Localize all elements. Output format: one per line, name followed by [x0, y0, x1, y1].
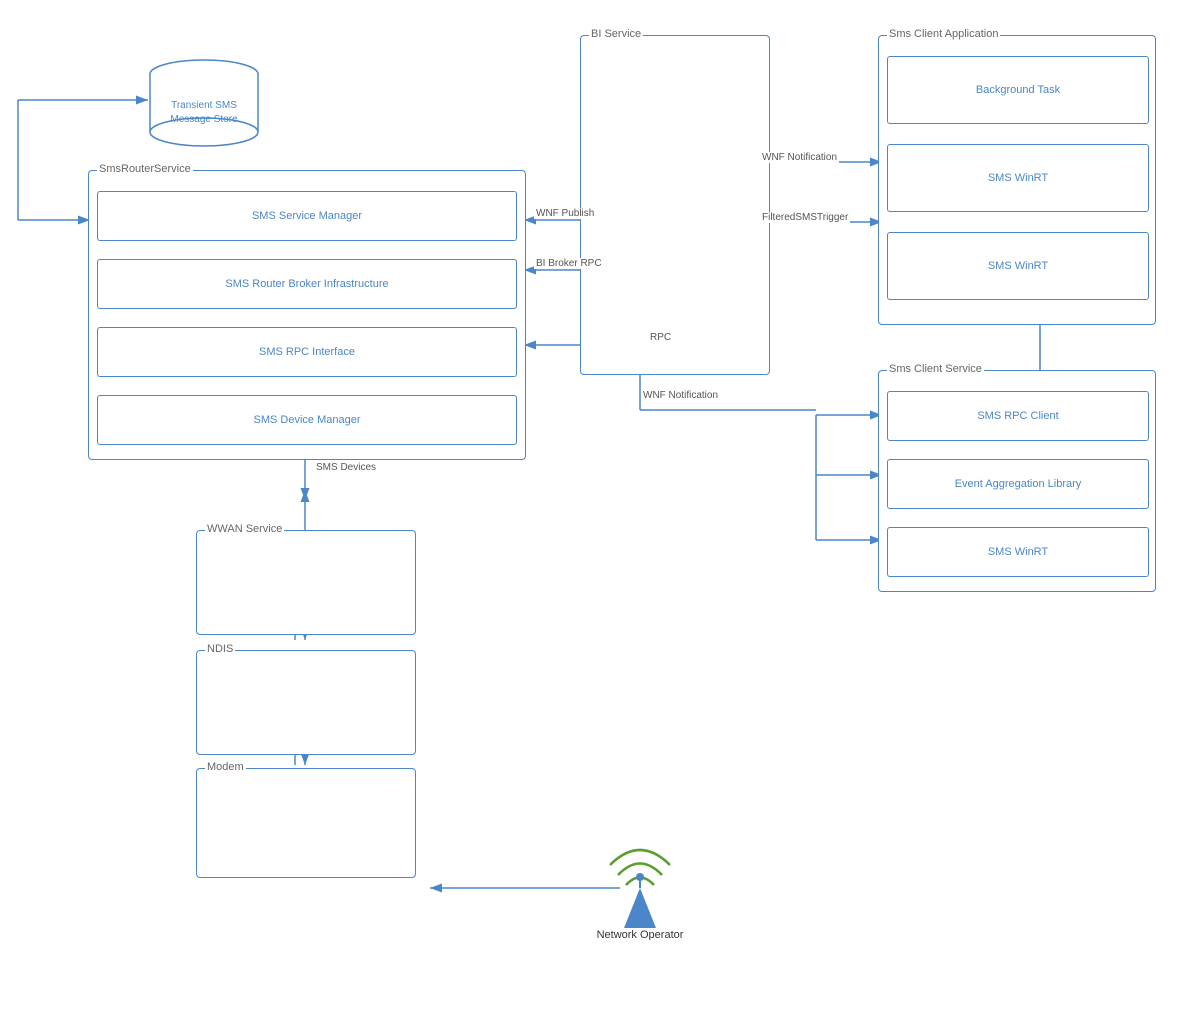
background-task-box: Background Task	[887, 56, 1149, 124]
sms-devices-label: SMS Devices	[314, 462, 378, 473]
sms-winrt-client-app-text: SMS WinRT	[984, 168, 1052, 188]
wwan-service-box: WWAN Service	[196, 530, 416, 635]
sms-service-manager-text: SMS Service Manager	[248, 206, 366, 226]
bi-service-label: BI Service	[589, 28, 643, 40]
wwan-service-label: WWAN Service	[205, 523, 284, 535]
event-aggregation-box: Event Aggregation Library	[887, 459, 1149, 509]
transient-sms-store: Transient SMS Message Store	[148, 58, 260, 148]
sms-rpc-client-text: SMS RPC Client	[973, 406, 1062, 426]
sms-rpc-client-box: SMS RPC Client	[887, 391, 1149, 441]
rpc-label: RPC	[648, 332, 673, 343]
wnf-notification-top-label: WNF Notification	[760, 152, 839, 163]
sms-winrt-service-text: SMS WinRT	[984, 542, 1052, 562]
svg-text:Transient SMS: Transient SMS	[171, 100, 237, 111]
sms-service-manager-box: SMS Service Manager	[97, 191, 517, 241]
modem-box: Modem	[196, 768, 416, 878]
svg-text:Message Store: Message Store	[170, 114, 238, 125]
sms-device-manager-box: SMS Device Manager	[97, 395, 517, 445]
bi-service-box: BI Service	[580, 35, 770, 375]
sms-winrt-service-box: SMS WinRT	[887, 527, 1149, 577]
sms-router-service-box: SmsRouterService SMS Service Manager SMS…	[88, 170, 526, 460]
event-aggregation-text: Event Aggregation Library	[951, 474, 1086, 494]
sms-router-broker-box: SMS Router Broker Infrastructure	[97, 259, 517, 309]
ndis-label: NDIS	[205, 643, 235, 655]
wnf-publish-label: WNF Publish	[534, 208, 596, 219]
sms-rpc-interface-text: SMS RPC Interface	[255, 342, 359, 362]
sms-client-service-box: Sms Client Service SMS RPC Client Event …	[878, 370, 1156, 592]
network-operator: Network Operator	[580, 820, 700, 945]
sms-client-app-box: Sms Client Application Background Task S…	[878, 35, 1156, 325]
background-task-text: Background Task	[972, 80, 1064, 100]
sms-router-service-label: SmsRouterService	[97, 163, 193, 175]
modem-label: Modem	[205, 761, 246, 773]
sms-client-app-label: Sms Client Application	[887, 28, 1000, 40]
sms-winrt-text2: SMS WinRT	[984, 256, 1052, 276]
diagram: Transient SMS Message Store SmsRouterSer…	[0, 0, 1188, 1009]
sms-rpc-interface-box: SMS RPC Interface	[97, 327, 517, 377]
sms-device-manager-text: SMS Device Manager	[250, 410, 365, 430]
sms-winrt-client-app-box: SMS WinRT	[887, 144, 1149, 212]
sms-winrt-box2: SMS WinRT	[887, 232, 1149, 300]
bi-broker-rpc-label: BI Broker RPC	[534, 258, 604, 269]
wnf-notification-bottom-label: WNF Notification	[641, 390, 720, 401]
svg-text:Network Operator: Network Operator	[597, 929, 684, 940]
sms-router-broker-text: SMS Router Broker Infrastructure	[221, 274, 392, 294]
filtered-sms-trigger-label: FilteredSMSTrigger	[760, 212, 850, 223]
ndis-box: NDIS	[196, 650, 416, 755]
sms-client-service-label: Sms Client Service	[887, 363, 984, 375]
